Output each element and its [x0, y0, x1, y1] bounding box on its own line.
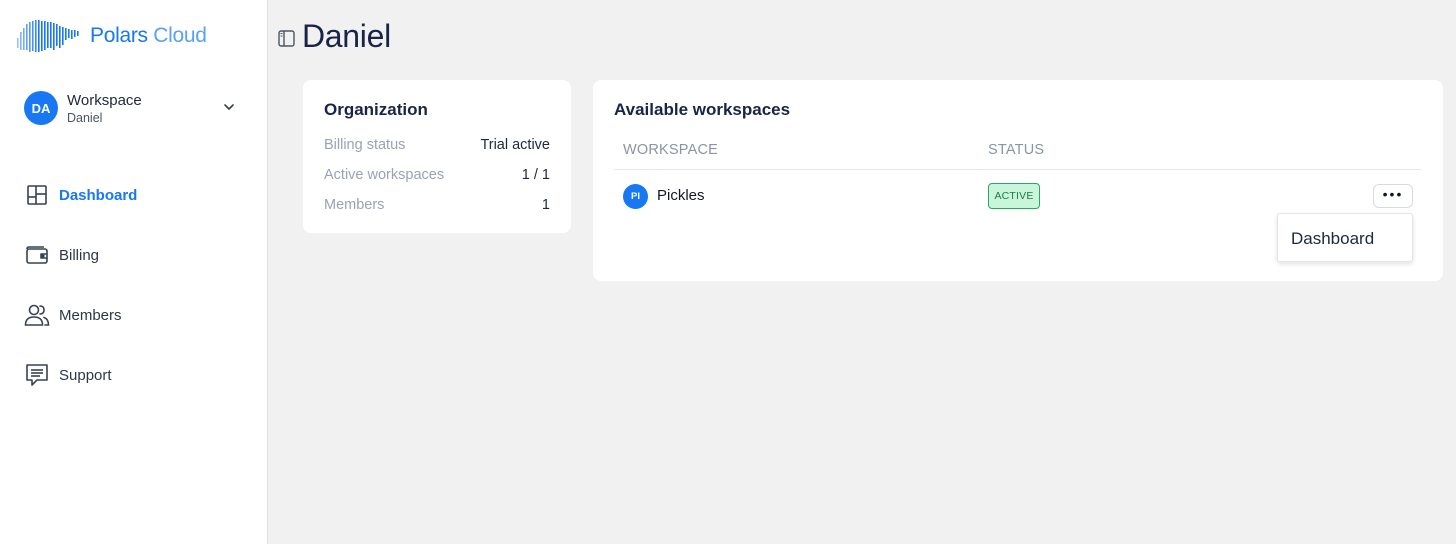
wallet-icon [24, 242, 50, 268]
status-badge: ACTIVE [988, 183, 1040, 209]
more-horizontal-icon: ••• [1382, 186, 1404, 202]
brand-primary: Polars [90, 24, 148, 47]
dashboard-icon [24, 182, 50, 208]
workspace-switcher-label: Workspace [67, 91, 142, 109]
sidebar-item-billing[interactable]: Billing [24, 237, 244, 273]
org-row-value: 1 [541, 197, 550, 213]
chevron-down-icon[interactable] [222, 100, 236, 114]
billing-status-row: Billing status Trial active [324, 137, 550, 153]
sidebar-item-label: Billing [59, 246, 100, 264]
table-divider [614, 169, 1421, 170]
organization-card-title: Organization [324, 100, 428, 119]
users-icon [24, 302, 50, 328]
brand-secondary: Cloud [153, 24, 207, 47]
workspace-avatar: DA [24, 91, 58, 125]
available-workspaces-title: Available workspaces [614, 100, 791, 119]
org-row-value: Trial active [480, 137, 550, 153]
org-row-label: Billing status [324, 137, 406, 153]
organization-card: Organization Billing status Trial active… [303, 80, 571, 233]
column-header-status: STATUS [988, 142, 1045, 158]
members-row: Members 1 [324, 197, 550, 213]
polars-cloud-logo[interactable]: Polars Cloud [16, 18, 207, 54]
sidebar-item-members[interactable]: Members [24, 297, 244, 333]
org-row-label: Members [324, 197, 385, 213]
sidebar-toggle-icon[interactable] [278, 30, 295, 47]
active-workspaces-row: Active workspaces 1 / 1 [324, 167, 550, 183]
page-title: Daniel [302, 18, 391, 54]
row-actions-button[interactable]: ••• [1373, 184, 1413, 208]
org-row-label: Active workspaces [324, 167, 445, 183]
sidebar: Polars Cloud DA Workspace Daniel Dashboa… [0, 0, 268, 544]
sidebar-item-label: Members [59, 306, 122, 324]
workspace-name-link[interactable]: Pickles [657, 187, 705, 204]
polars-bear-logo-icon [17, 20, 79, 52]
workspace-switcher[interactable]: DA Workspace Daniel [24, 88, 244, 128]
workspace-avatar: PI [623, 184, 648, 209]
menu-item-dashboard[interactable]: Dashboard [1291, 229, 1374, 249]
sidebar-item-label: Dashboard [59, 186, 138, 204]
workspace-switcher-subtitle: Daniel [67, 110, 103, 125]
chat-icon [24, 362, 50, 388]
sidebar-item-support[interactable]: Support [24, 357, 244, 393]
org-row-value: 1 / 1 [521, 167, 550, 183]
row-actions-menu: Dashboard [1277, 213, 1413, 262]
column-header-workspace: WORKSPACE [623, 142, 718, 158]
sidebar-item-label: Support [59, 366, 112, 384]
brand-name: Polars Cloud [90, 24, 207, 48]
sidebar-item-dashboard[interactable]: Dashboard [24, 177, 244, 213]
